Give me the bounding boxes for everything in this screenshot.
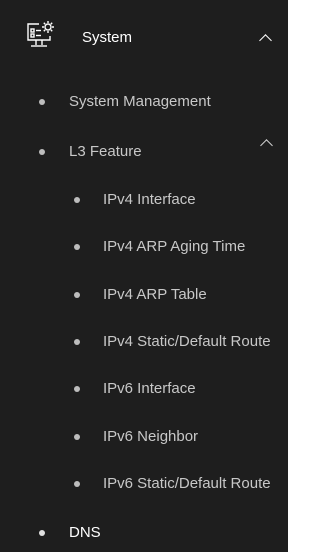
menu-header-system[interactable]: System (0, 16, 288, 62)
menu-item-label: IPv4 Interface (103, 191, 196, 208)
submenu-item-ipv4-interface[interactable]: IPv4 Interface (0, 180, 288, 220)
submenu-item-ipv6-static-default-route[interactable]: IPv6 Static/Default Route (0, 464, 288, 504)
menu-item-label: IPv4 ARP Table (103, 286, 207, 303)
monitor-gear-icon (24, 18, 58, 52)
menu-item-dns[interactable]: DNS (0, 513, 288, 552)
sidebar-menu: System System Management L3 Feature IPv4… (0, 0, 291, 552)
menu-header-label: System (82, 29, 133, 46)
menu-item-label: IPv6 Neighbor (103, 428, 199, 445)
bullet-icon (74, 481, 80, 487)
bullet-icon (39, 530, 45, 536)
menu-item-label: IPv4 Static/Default Route (103, 333, 271, 350)
menu-item-label: IPv6 Interface (103, 380, 196, 397)
submenu-item-ipv4-arp-table[interactable]: IPv4 ARP Table (0, 275, 288, 315)
chevron-up-icon[interactable] (260, 139, 273, 152)
menu-item-label: System Management (69, 93, 211, 110)
chevron-up-icon[interactable] (259, 34, 272, 47)
menu-item-label: DNS (69, 524, 101, 541)
submenu-item-ipv6-neighbor[interactable]: IPv6 Neighbor (0, 417, 288, 457)
submenu-item-ipv4-static-default-route[interactable]: IPv4 Static/Default Route (0, 322, 288, 362)
bullet-icon (74, 386, 80, 392)
menu-item-l3-feature[interactable]: L3 Feature (0, 132, 288, 172)
bullet-icon (74, 244, 80, 250)
submenu-item-ipv6-interface[interactable]: IPv6 Interface (0, 369, 288, 409)
bullet-icon (74, 197, 80, 203)
bullet-icon (74, 339, 80, 345)
bullet-icon (39, 99, 45, 105)
bullet-icon (39, 149, 45, 155)
menu-item-system-management[interactable]: System Management (0, 82, 288, 122)
sidebar-edge (288, 0, 291, 552)
menu-item-label: L3 Feature (69, 143, 142, 160)
menu-item-label: IPv4 ARP Aging Time (103, 238, 246, 255)
submenu-item-ipv4-arp-aging-time[interactable]: IPv4 ARP Aging Time (0, 227, 288, 267)
bullet-icon (74, 434, 80, 440)
menu-item-label: IPv6 Static/Default Route (103, 475, 271, 492)
bullet-icon (74, 292, 80, 298)
